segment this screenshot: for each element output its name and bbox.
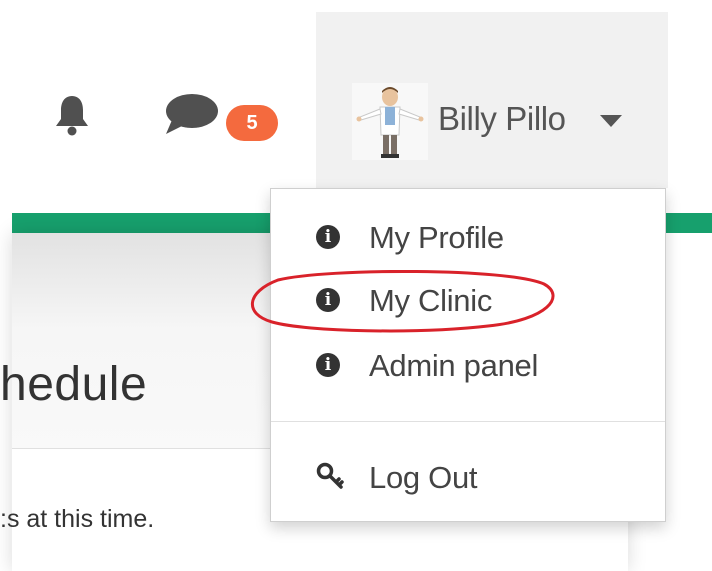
user-dropdown-menu: i My Profile i My Clinic i Admin panel L… bbox=[270, 188, 666, 522]
info-icon: i bbox=[316, 353, 340, 377]
menu-item-label: Log Out bbox=[369, 460, 478, 495]
menu-item-label: Admin panel bbox=[369, 348, 539, 383]
annotation-ellipse bbox=[248, 269, 560, 334]
menu-item-my-profile[interactable]: i My Profile bbox=[271, 211, 665, 267]
doctor-avatar[interactable] bbox=[352, 83, 428, 160]
user-name[interactable]: Billy Pillo bbox=[438, 100, 566, 138]
menu-divider bbox=[271, 421, 665, 422]
schedule-heading: hedule bbox=[0, 358, 148, 411]
bell-icon[interactable] bbox=[52, 93, 92, 137]
schedule-message: :s at this time. bbox=[0, 505, 155, 533]
info-icon: i bbox=[316, 225, 340, 249]
key-icon bbox=[315, 460, 347, 492]
menu-item-log-out[interactable]: Log Out bbox=[271, 451, 665, 507]
chat-icon[interactable] bbox=[164, 92, 220, 138]
caret-down-icon[interactable] bbox=[600, 115, 622, 127]
menu-item-admin-panel[interactable]: i Admin panel bbox=[271, 339, 665, 395]
message-count-badge[interactable]: 5 bbox=[226, 105, 278, 141]
menu-item-label: My Profile bbox=[369, 220, 504, 255]
